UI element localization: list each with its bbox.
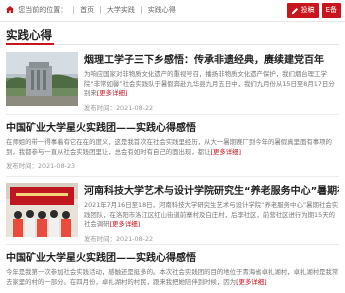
breadcrumb-separator-icon: | bbox=[99, 6, 102, 14]
title-accent-bar bbox=[6, 43, 54, 45]
read-more-link[interactable]: [更多详细] bbox=[110, 220, 141, 228]
submit-label: 投稿 bbox=[300, 6, 315, 14]
article-title[interactable]: 河南科技大学艺术与设计学院研究生“养老服务中心”暑期社会实践 bbox=[84, 182, 339, 197]
top-bar: 您当前的位置： | 首页 | 大学实践 | 实践心得 投稿 E备 bbox=[0, 0, 345, 22]
breadcrumb-item-experience[interactable]: 实践心得 bbox=[148, 6, 176, 14]
read-more-link[interactable]: [更多详细] bbox=[97, 89, 128, 97]
article-title[interactable]: 中国矿业大学星火实践团——实践心得感悟 bbox=[6, 249, 339, 264]
divider bbox=[6, 244, 339, 245]
article-thumbnail[interactable] bbox=[6, 52, 78, 106]
page-title: 实践心得 bbox=[6, 28, 52, 42]
article-thumbnail[interactable] bbox=[6, 183, 78, 237]
breadcrumb-item-practice[interactable]: 大学实践 bbox=[107, 6, 135, 14]
read-more-link[interactable]: [更多详细] bbox=[211, 148, 242, 156]
pencil-icon bbox=[291, 7, 298, 14]
article-title[interactable]: 中国矿业大学星火实践团——实践心得感悟 bbox=[6, 119, 339, 134]
title-underline bbox=[6, 43, 339, 45]
read-more-link[interactable]: [更多详细] bbox=[236, 278, 267, 286]
article-item[interactable]: 中国矿业大学星火实践团——实践心得感悟 在师姐的带一得事着有它在在的度义，这是我… bbox=[6, 119, 339, 170]
divider bbox=[6, 114, 339, 115]
breadcrumb-item-home[interactable]: 首页 bbox=[80, 6, 94, 14]
article-date: 发布时间：2021-08-23 bbox=[6, 162, 76, 170]
article-summary: 今年是我第一次参加社会实践活动，感触还是挺多的。本次社会实践团的目的地位于青海省… bbox=[6, 268, 339, 286]
breadcrumb: 您当前的位置： | 首页 | 大学实践 | 实践心得 bbox=[6, 5, 176, 15]
article-date: 发布时间：2021-08-22 bbox=[84, 103, 154, 112]
divider bbox=[6, 176, 339, 177]
submit-button[interactable]: 投稿 bbox=[286, 3, 319, 18]
header-actions: 投稿 E备 bbox=[286, 3, 341, 18]
home-icon bbox=[6, 6, 14, 13]
breadcrumb-label: 您当前的位置： bbox=[18, 6, 68, 14]
article-date: 发布时间：2021-08-22 bbox=[84, 234, 154, 243]
article-item[interactable]: 河南科技大学艺术与设计学院研究生“养老服务中心”暑期社会实践 2021年7月16… bbox=[6, 181, 339, 245]
article-item[interactable]: 中国矿业大学星火实践团——实践心得感悟 今年是我第一次参加社会实践活动，感触还是… bbox=[6, 249, 339, 293]
monument-photo bbox=[6, 52, 78, 106]
article-summary: 在师姐的带一得事着有它在在的度义，这是我首次在社会实践里经历，从大一暑期赛厂到今… bbox=[6, 138, 332, 156]
backup-button[interactable]: E备 bbox=[321, 3, 341, 18]
article-title[interactable]: 烟理工学子三下乡感悟：传承非遗经典，赓续建党百年 bbox=[84, 51, 339, 66]
breadcrumb-separator-icon: | bbox=[72, 6, 75, 14]
group-photo bbox=[6, 183, 78, 237]
breadcrumb-separator-icon: | bbox=[140, 6, 143, 14]
article-item[interactable]: 烟理工学子三下乡感悟：传承非遗经典，赓续建党百年 为响应国家对非物质文化遗产的重… bbox=[6, 50, 339, 112]
backup-label: E备 bbox=[325, 6, 337, 14]
